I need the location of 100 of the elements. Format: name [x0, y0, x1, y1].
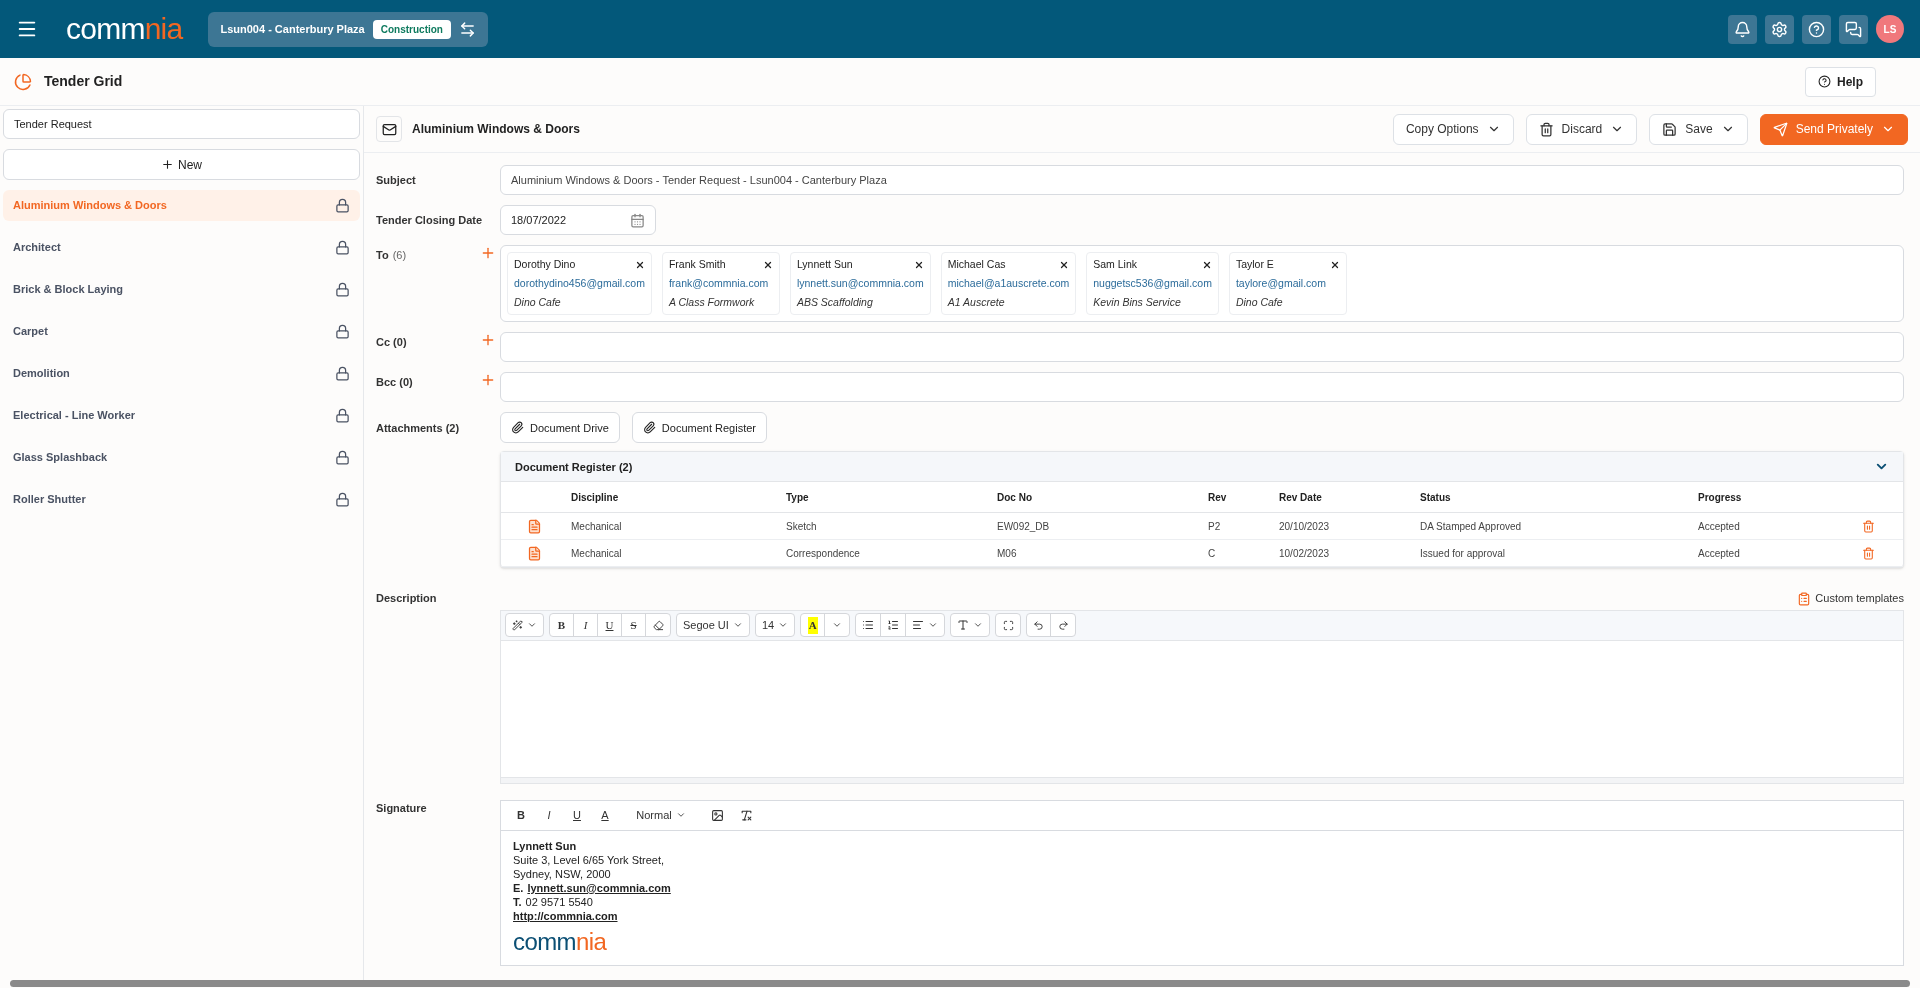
templates-link[interactable]: Custom templates — [1797, 590, 1904, 607]
redo-icon — [1057, 619, 1069, 631]
column-header: Doc No — [996, 490, 1033, 505]
recipient-company: Kevin Bins Service — [1093, 294, 1182, 310]
toolbar-button[interactable]: B — [550, 614, 574, 637]
column-header: Status — [1419, 490, 1452, 505]
subject-field[interactable]: Aluminium Windows & Doors - Tender Request - Lsun004 - Canterbury Plaza — [500, 165, 1904, 195]
sidebar-item[interactable]: Brick & Block Laying — [3, 274, 360, 305]
date-field[interactable]: 18/07/2022 — [500, 205, 656, 235]
table-cell-text: M06 — [996, 546, 1018, 561]
recipient-name: Frank Smith — [668, 257, 726, 272]
recipients-field[interactable] — [500, 372, 1904, 403]
sidebar-item[interactable]: Glass Splashback — [3, 442, 360, 473]
search-field[interactable]: Tender Request — [3, 109, 360, 139]
toolbar-button[interactable]: I — [574, 614, 598, 637]
clear-format-icon — [740, 808, 753, 822]
close-icon[interactable] — [762, 259, 773, 270]
format-dropdown[interactable]: Normal — [621, 804, 701, 827]
delete-icon[interactable] — [1862, 546, 1875, 560]
toolbar-button[interactable]: A — [801, 614, 826, 637]
message-title: Aluminium Windows & Doors — [412, 121, 580, 138]
toolbar-button[interactable] — [1765, 14, 1794, 44]
lock-icon — [335, 408, 350, 423]
action-button[interactable]: Discard — [1525, 113, 1638, 145]
table-cell-text: C — [1207, 546, 1217, 561]
sidebar-item[interactable]: Roller Shutter — [3, 484, 360, 515]
table-cell-text: Mechanical — [570, 546, 623, 561]
toolbar-button[interactable]: U — [565, 804, 589, 827]
close-icon[interactable] — [913, 259, 924, 270]
recipient-email: lynnett.sun@commnia.com — [796, 275, 924, 291]
signature-editor[interactable]: B I U A Normal Lynnett Sun Suite 3, Level 6/65 York Street, Sydney, NSW, 2000 E. lynnett.sun@commnia.com T. 02 9571 5540 http://commnia.com commnia — [500, 799, 1904, 966]
bell-icon — [1734, 20, 1751, 38]
field-label: To — [376, 248, 389, 263]
table-cell-text: P2 — [1207, 519, 1222, 534]
close-icon[interactable] — [1329, 259, 1340, 270]
recipient-chip[interactable]: Frank Smith frank@commnia.com A Class Formwork — [661, 252, 780, 316]
description-editor[interactable]: B I U S Segoe UI 14 A — [500, 609, 1904, 784]
toolbar-button[interactable] — [1802, 14, 1831, 44]
recipients-field[interactable] — [500, 332, 1904, 363]
help-button[interactable]: Help — [1805, 66, 1876, 97]
sidebar-item[interactable]: Architect — [3, 232, 360, 263]
recipient-company: Dino Cafe — [514, 294, 562, 310]
action-button[interactable]: Copy Options — [1392, 113, 1514, 145]
toolbar-button[interactable]: U — [598, 614, 622, 637]
delete-icon[interactable] — [1862, 519, 1875, 533]
wand-icon — [512, 619, 523, 631]
recipient-chip[interactable]: Dorothy Dino dorothydino456@gmail.com Dino Cafe — [507, 252, 652, 316]
toolbar-button[interactable]: A — [593, 804, 617, 827]
table-cell-text: Accepted — [1697, 546, 1741, 561]
table-cell-text: EW092_DB — [996, 519, 1051, 534]
toolbar-button[interactable] — [1728, 14, 1757, 44]
close-icon[interactable] — [1059, 259, 1070, 270]
toolbar-button[interactable] — [1839, 14, 1868, 44]
sidebar-item[interactable]: Carpet — [3, 316, 360, 347]
lock-icon — [335, 324, 350, 339]
lock-icon — [335, 492, 350, 507]
recipient-company: ABS Scaffolding — [796, 294, 874, 310]
attach-button[interactable]: Document Register — [631, 412, 767, 444]
toolbar-button[interactable]: B — [509, 804, 533, 827]
recipient-count: (6) — [392, 248, 407, 263]
font-dropdown[interactable]: Segoe UI — [677, 614, 749, 637]
toolbar-button[interactable]: S — [622, 614, 646, 637]
save-icon — [1662, 121, 1678, 137]
align-icon — [912, 619, 925, 632]
field-label: Signature — [376, 800, 428, 816]
phone-number: 02 9571 5540 — [525, 894, 593, 909]
help-icon — [1818, 75, 1831, 88]
table-cell-text: 20/10/2023 — [1278, 519, 1331, 534]
fullscreen-icon — [1002, 619, 1014, 631]
new-button[interactable]: New — [3, 149, 360, 180]
plus-icon — [161, 158, 174, 171]
project-selector[interactable]: Lsun004 - Canterbury Plaza Construction — [208, 11, 488, 47]
close-icon[interactable] — [634, 259, 645, 270]
image-icon — [711, 808, 724, 822]
attach-button[interactable]: Document Drive — [500, 412, 620, 444]
horizontal-scrollbar[interactable] — [10, 980, 1910, 987]
recipient-chip[interactable]: Sam Link nuggetsc536@gmail.com Kevin Bins Service — [1086, 252, 1219, 316]
recipient-chip[interactable]: Michael Cas michael@a1auscrete.com A1 Auscrete — [940, 252, 1077, 316]
recipient-company: A1 Auscrete — [947, 294, 1006, 310]
website-link[interactable]: http://commnia.com — [513, 908, 618, 923]
project-name: Lsun004 - Canterbury Plaza — [220, 21, 365, 37]
sidebar-item[interactable]: Demolition — [3, 358, 360, 389]
table-cell-text: Accepted — [1697, 519, 1741, 534]
table-cell-text: Sketch — [785, 519, 818, 534]
action-button[interactable]: Save — [1649, 113, 1748, 145]
swap-icon — [458, 20, 476, 38]
email-link[interactable]: lynnett.sun@commnia.com — [527, 880, 671, 895]
toolbar-button[interactable]: I — [537, 804, 561, 827]
logo: commnia — [513, 929, 608, 954]
signature-name: Lynnett Sun — [513, 838, 578, 853]
column-header: Discipline — [570, 490, 620, 505]
column-header: Type — [785, 490, 810, 505]
pdf-icon — [526, 545, 542, 561]
recipient-chip[interactable]: Lynnett Sun lynnett.sun@commnia.com ABS Scaffolding — [789, 252, 931, 316]
settings-icon — [1771, 20, 1788, 38]
recipient-chip[interactable]: Taylor E taylore@gmail.com Dino Cafe — [1228, 252, 1347, 316]
mail-icon — [381, 121, 397, 137]
sidebar-item[interactable]: Electrical - Line Worker — [3, 400, 360, 431]
close-icon[interactable] — [1201, 259, 1212, 270]
size-dropdown[interactable]: 14 — [755, 614, 795, 637]
